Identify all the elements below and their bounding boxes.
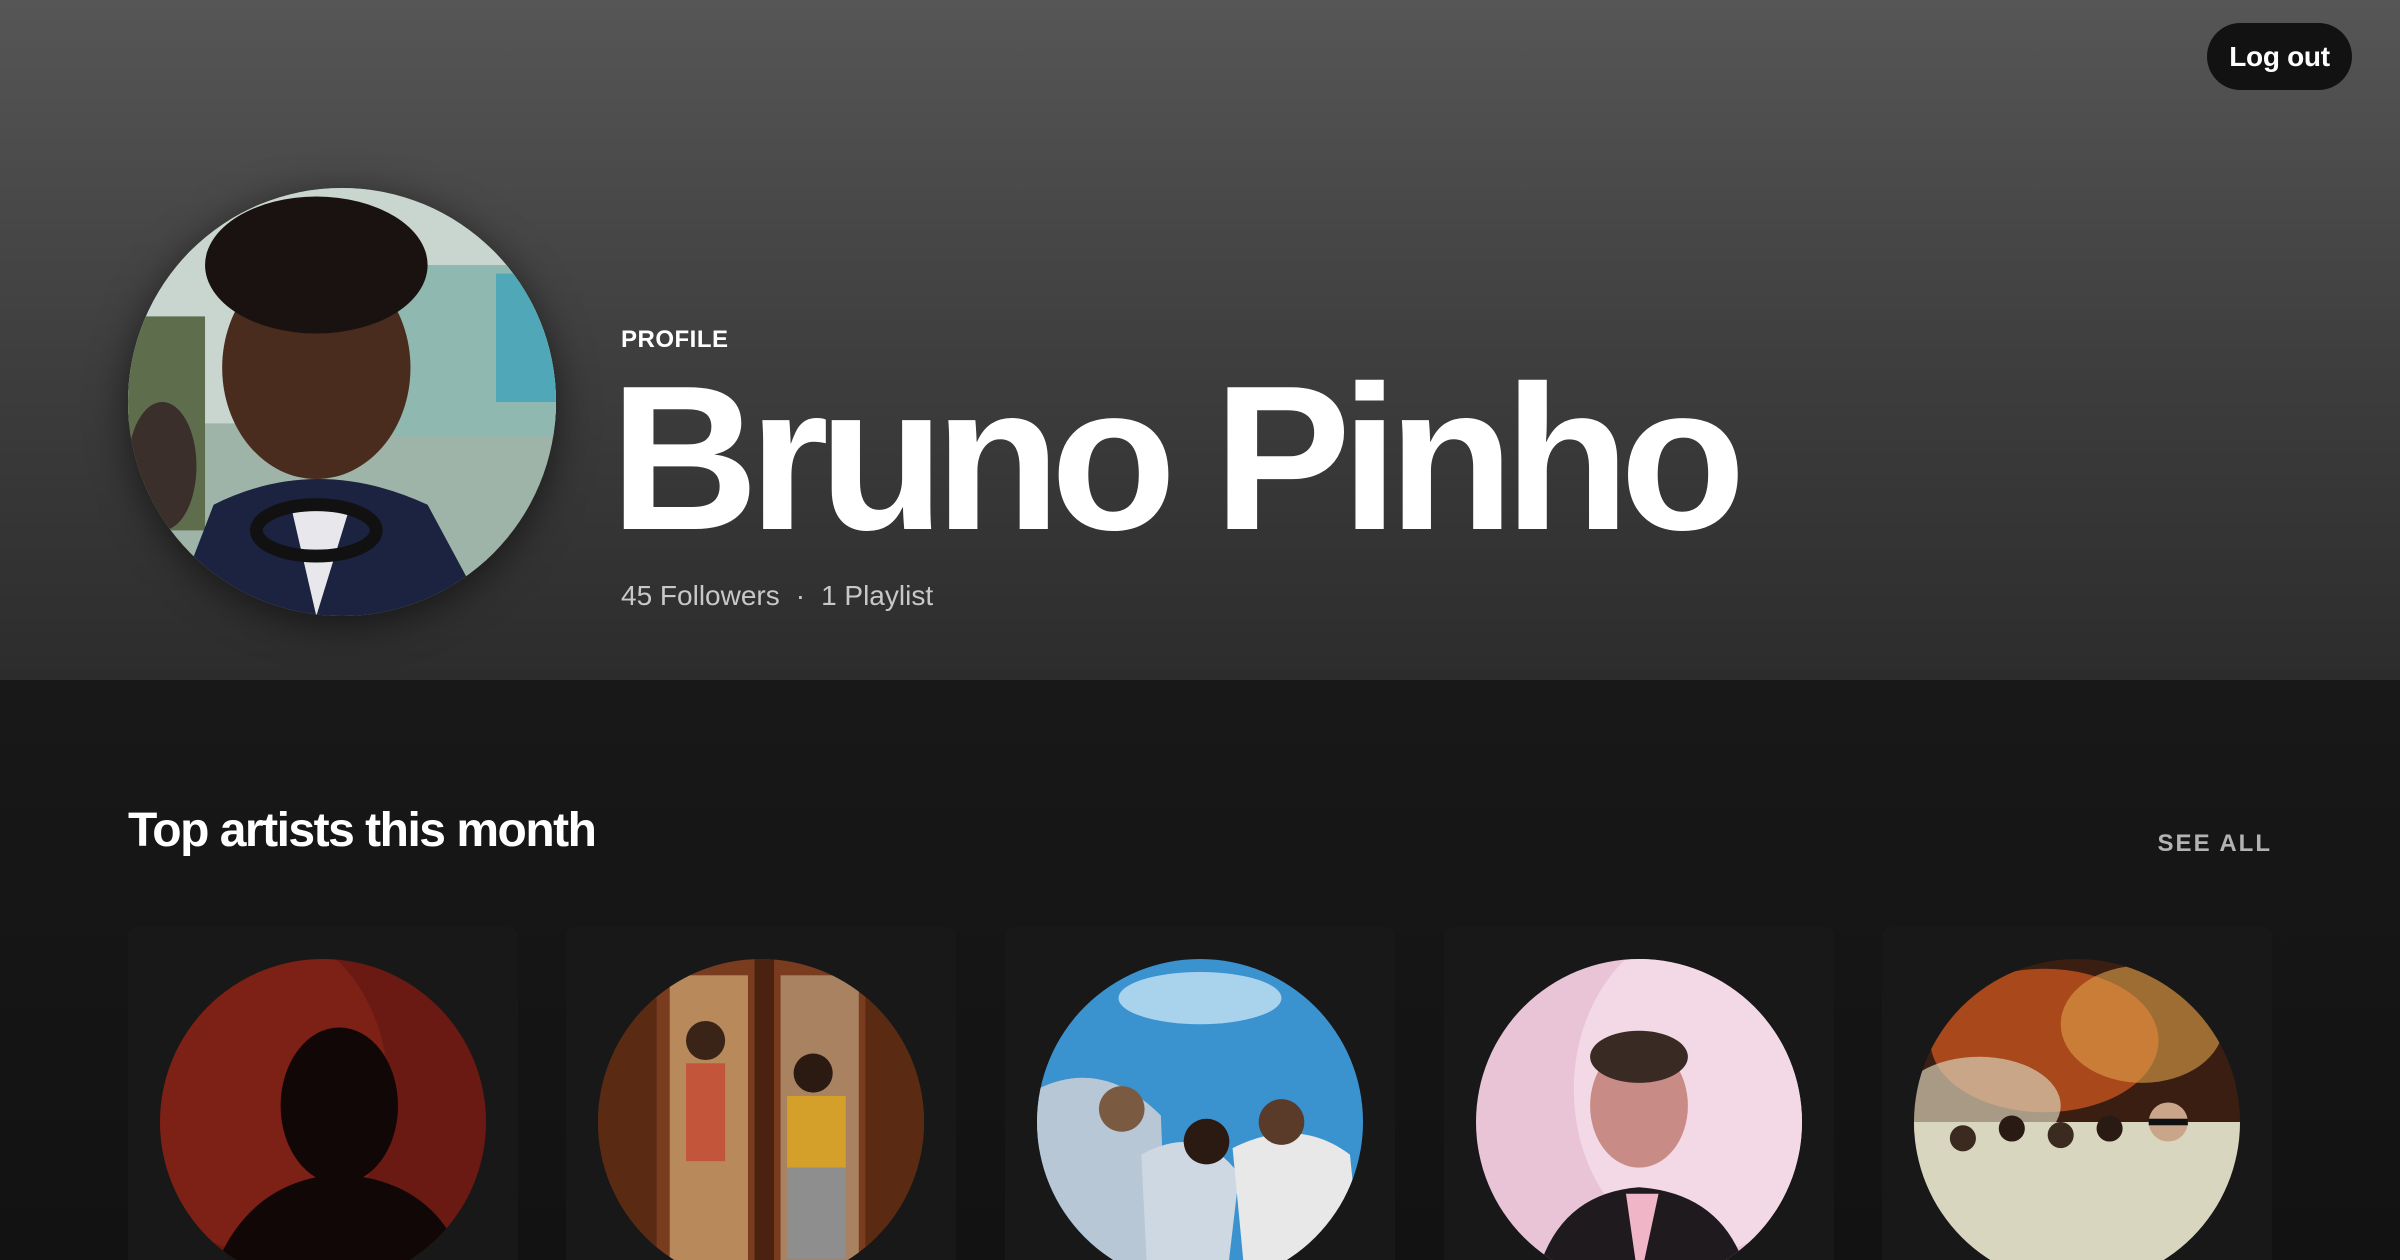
see-all-link[interactable]: SEE ALL: [2158, 830, 2272, 858]
followers-count[interactable]: 45 Followers: [621, 580, 780, 612]
profile-stats: 45 Followers · 1 Playlist: [621, 580, 933, 612]
artist-image: [1914, 959, 2240, 1260]
artist-card[interactable]: [1444, 927, 1834, 1260]
profile-name: Bruno Pinho: [610, 343, 1746, 573]
artist-image: [598, 959, 924, 1260]
artist-silhouette-red-icon: [160, 959, 486, 1260]
logout-button[interactable]: Log out: [2207, 23, 2352, 90]
artist-image: [1037, 959, 1363, 1260]
artist-card[interactable]: [128, 927, 518, 1260]
stats-separator: ·: [795, 580, 806, 611]
playlist-count[interactable]: 1 Playlist: [821, 580, 933, 612]
artist-image: [160, 959, 486, 1260]
artist-group-space-icon: [1914, 959, 2240, 1260]
artist-image: [1476, 959, 1802, 1260]
avatar-image: [128, 188, 556, 616]
section-title: Top artists this month: [128, 804, 597, 857]
top-artists-list: [128, 927, 2272, 1260]
profile-avatar: [128, 188, 556, 616]
artist-card[interactable]: [1882, 927, 2272, 1260]
artist-portrait-pink-icon: [1476, 959, 1802, 1260]
artist-card[interactable]: [566, 927, 956, 1260]
artist-group-doorway-icon: [598, 959, 924, 1260]
artist-card[interactable]: [1005, 927, 1395, 1260]
profile-page: Log out PROFILE Bruno Pinho 45 Followers…: [0, 0, 2400, 1260]
profile-header: Log out PROFILE Bruno Pinho 45 Followers…: [0, 0, 2400, 680]
artist-group-sky-icon: [1037, 959, 1363, 1260]
